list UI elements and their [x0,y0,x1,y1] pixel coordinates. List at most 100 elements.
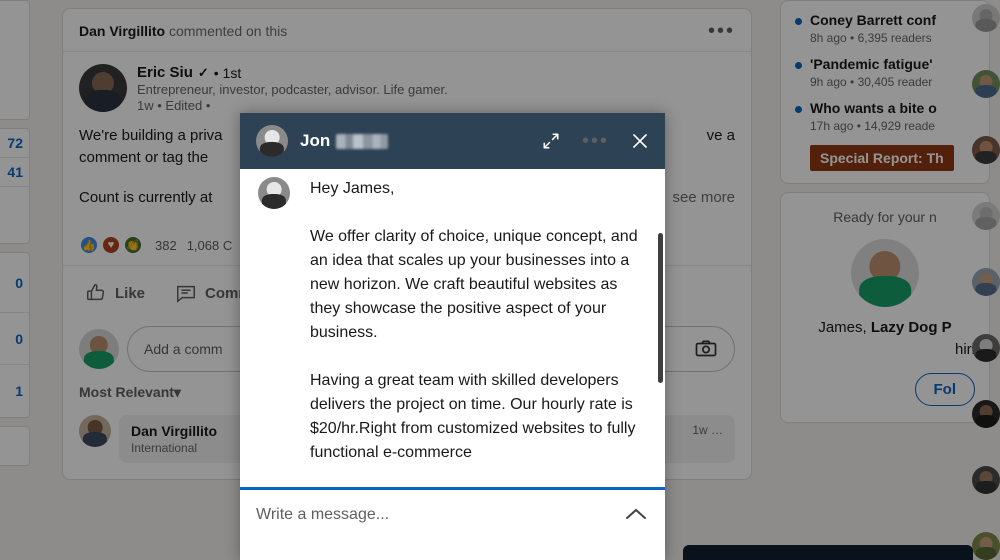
more-options-icon[interactable]: ••• [708,21,735,41]
left-stat-row[interactable] [0,187,29,243]
avatar[interactable] [972,400,1000,428]
avatar[interactable] [972,4,1000,32]
left-link-row[interactable]: 0 [0,253,29,313]
messaging-header[interactable]: Jon ••• [240,113,665,169]
follow-button[interactable]: Fol [914,373,975,406]
avatar[interactable] [972,334,1000,362]
message-paragraph-2: Having a great team with skilled develop… [310,372,636,461]
author-name-text: Eric Siu [137,64,193,81]
avatar[interactable] [972,202,1000,230]
avatar[interactable] [972,136,1000,164]
add-comment-placeholder: Add a comm [144,341,223,357]
connection-degree: • 1st [213,64,242,81]
promo-text-bold: Lazy Dog P [870,319,952,336]
promo-avatar [851,239,919,307]
message-greeting: Hey James, [310,180,395,197]
right-edge-avatar-strip [972,4,1000,560]
post-line-2: comment or tag the [79,149,209,166]
avatar[interactable] [258,177,290,209]
avatar[interactable] [972,532,1000,560]
news-item[interactable]: Coney Barrett conf 8h ago • 6,395 reader… [795,5,975,49]
messaging-input-area[interactable]: Write a message... [240,487,665,560]
like-reaction-icon: 👍 [79,235,99,255]
left-link-value: 0 [15,330,23,347]
expand-icon[interactable] [542,132,560,150]
comment-author-name[interactable]: Dan Virgillito [131,423,217,439]
news-meta: 8h ago • 6,395 readers [810,31,932,45]
post-timestamp: 1w • Edited • [137,98,211,113]
messaging-contact-name: Jon [300,131,331,150]
left-stat-value: 72 [7,135,23,151]
messaging-dock-bar[interactable] [683,545,973,560]
avatar[interactable] [972,466,1000,494]
write-message-placeholder: Write a message... [256,506,390,523]
post-line-3: Count is currently at [79,189,213,206]
more-options-icon[interactable]: ••• [582,131,609,151]
avatar[interactable] [79,415,111,447]
verified-check-icon: ✓ [197,64,209,80]
see-more-link[interactable]: see more [672,187,735,209]
news-bullet-icon [795,62,802,69]
messaging-thread: Hey James, We offer clarity of choice, u… [240,169,665,487]
close-icon[interactable] [631,132,649,150]
comment-sort-label: Most Relevant [79,384,174,400]
news-title: 'Pandemic fatigue' [810,56,933,72]
comment-count[interactable]: 1,068 C [187,238,233,253]
messaging-scrollbar[interactable] [658,233,663,383]
camera-icon[interactable] [694,337,718,361]
comment-time: 1w [692,423,708,437]
news-item[interactable]: Who wants a bite o 17h ago • 14,929 read… [795,93,975,137]
promo-text-line2: hiri [954,341,975,358]
left-card-links[interactable]: 0 0 1 [0,252,30,418]
left-stat-row[interactable]: 41 [0,158,29,187]
left-stat-value: 41 [7,164,23,180]
left-stat-row[interactable]: 72 [0,129,29,158]
post-context-action: commented on this [168,23,288,39]
left-link-row[interactable]: 0 [0,313,29,365]
messaging-message-text: Hey James, We offer clarity of choice, u… [310,177,651,487]
post-author-headline: Entrepreneur, investor, podcaster, advis… [137,82,448,97]
promo-card: Ready for your n James, Lazy Dog P hiri … [780,192,990,423]
avatar[interactable] [79,329,119,369]
special-report-badge[interactable]: Special Report: Th [810,145,954,171]
avatar[interactable] [79,64,127,112]
messaging-header-actions: ••• [542,131,649,151]
post-context-actor[interactable]: Dan Virgillito [79,23,165,39]
post-context-header: Dan Virgillito commented on this ••• [63,9,751,52]
celebrate-reaction-icon: 👏 [123,235,143,255]
post-author-name[interactable]: Eric Siu ✓ • 1st [137,64,448,81]
news-meta: 9h ago • 30,405 reader [810,75,933,89]
avatar[interactable] [972,70,1000,98]
post-line-1: We're building a priva [79,127,223,144]
left-sidebar: 72 41 0 0 1 [0,0,30,560]
news-bullet-icon [795,18,802,25]
comment-meta: 1w … [692,423,723,455]
thumbs-up-icon [85,282,107,304]
left-card-extra[interactable] [0,426,30,466]
comment-more-icon[interactable]: … [711,423,723,437]
left-link-value: 0 [15,274,23,291]
avatar[interactable] [972,268,1000,296]
left-link-row[interactable]: 1 [0,365,29,417]
messaging-thread-title: Jon [300,131,389,151]
news-bullet-icon [795,106,802,113]
chevron-up-icon[interactable] [623,506,649,522]
message-paragraph-1: We offer clarity of choice, unique conce… [310,228,638,341]
reaction-count[interactable]: 382 [155,238,177,253]
news-title: Who wants a bite o [810,100,937,116]
right-sidebar: Coney Barrett conf 8h ago • 6,395 reader… [780,0,990,423]
post-context-text: Dan Virgillito commented on this [79,23,287,39]
left-card-stats[interactable]: 72 41 [0,128,30,244]
left-card-profile[interactable] [0,0,30,120]
news-title: Coney Barrett conf [810,12,937,28]
post-line-1-tail: ve a [706,127,735,144]
avatar[interactable] [256,125,288,157]
news-item[interactable]: 'Pandemic fatigue' 9h ago • 30,405 reade… [795,49,975,93]
linkedin-feed-screen: 72 41 0 0 1 Dan Virgillito commented on … [0,0,1000,560]
like-button[interactable]: Like [73,272,157,314]
comment-author-headline: International [131,441,198,455]
post-author-row: Eric Siu ✓ • 1st Entrepreneur, investor,… [63,52,751,119]
linkedin-news-card: Coney Barrett conf 8h ago • 6,395 reader… [780,0,990,184]
promo-title: Ready for your n [833,209,937,225]
promo-text: James, Lazy Dog P hiri [795,317,975,361]
